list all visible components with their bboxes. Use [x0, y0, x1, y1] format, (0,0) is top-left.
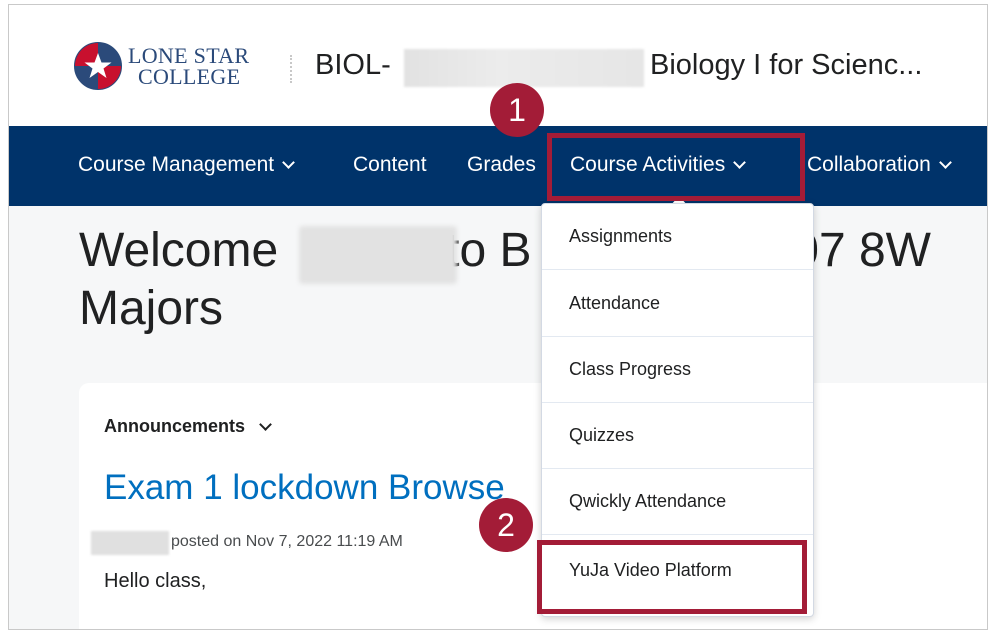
menu-item-assignments[interactable]: Assignments [542, 204, 813, 270]
course-navbar: Course Management Content Grades Course … [9, 126, 987, 206]
redacted-course-number [404, 49, 644, 87]
redacted-name [299, 226, 457, 284]
menu-item-attendance[interactable]: Attendance [542, 271, 813, 337]
highlight-course-activities [547, 133, 805, 201]
lone-star-logo-icon [74, 42, 122, 90]
chevron-down-icon [938, 156, 952, 169]
announcements-header[interactable]: Announcements [104, 416, 272, 437]
course-code[interactable]: BIOL- [315, 49, 391, 82]
announcement-title-link[interactable]: Exam 1 lockdown Browse [104, 468, 505, 508]
menu-item-quizzes[interactable]: Quizzes [542, 403, 813, 469]
logo-line2: COLLEGE [138, 64, 241, 89]
menu-item-class-progress[interactable]: Class Progress [542, 337, 813, 403]
step-1-badge: 1 [490, 83, 544, 137]
course-homepage: Welcome to B 007 8W Majors Announcements E… [9, 206, 987, 629]
nav-collaboration[interactable]: Collaboration [807, 153, 952, 177]
nav-course-management[interactable]: Course Management [78, 153, 295, 177]
nav-label: Grades [467, 153, 536, 176]
header-divider [290, 55, 292, 83]
redacted-poster-name [91, 531, 169, 555]
nav-grades[interactable]: Grades [467, 153, 536, 177]
lone-star-college-logo[interactable]: LONE STAR COLLEGE [73, 41, 249, 91]
step-2-badge: 2 [479, 498, 533, 552]
welcome-heading-line2: Majors [79, 282, 224, 335]
announcement-posted-date: posted on Nov 7, 2022 11:19 AM [171, 533, 403, 550]
nav-label: Content [353, 153, 427, 176]
chevron-down-icon [259, 417, 272, 431]
welcome-word: Welcome [79, 224, 279, 277]
nav-content[interactable]: Content [353, 153, 427, 177]
announcements-title: Announcements [104, 416, 246, 436]
announcement-body: Hello class, [104, 570, 207, 592]
welcome-mid: to B [446, 224, 532, 277]
nav-label: Course Management [78, 153, 275, 176]
announcements-widget: Announcements Exam 1 lockdown Browse pos… [79, 383, 987, 629]
chevron-down-icon [282, 156, 295, 169]
course-title[interactable]: Biology I for Scienc... [650, 49, 922, 82]
menu-item-qwickly-attendance[interactable]: Qwickly Attendance [542, 469, 813, 535]
logo-wordmark: LONE STAR COLLEGE [128, 43, 250, 89]
nav-label: Collaboration [807, 153, 931, 176]
highlight-yuja-video-platform [537, 540, 807, 614]
screenshot-frame: LONE STAR COLLEGE BIOL- Biology I for Sc… [8, 4, 988, 630]
logo-line1: LONE STAR [128, 43, 250, 68]
